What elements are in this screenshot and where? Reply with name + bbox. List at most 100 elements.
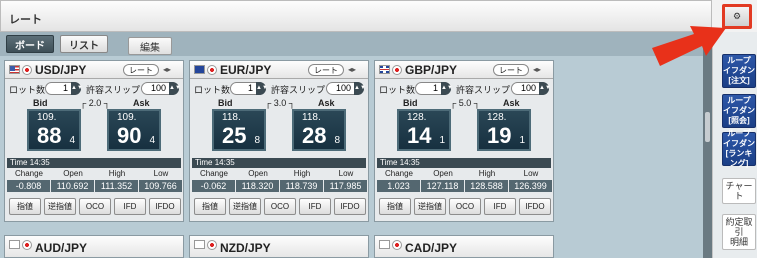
order-button-oco[interactable]: OCO: [264, 198, 296, 215]
slippage-label: 許容スリップ: [271, 85, 326, 95]
currency-flag-icon: [9, 65, 20, 74]
bid-price-big: 128.: [407, 112, 427, 123]
rate-button[interactable]: レート: [123, 64, 159, 76]
order-button-oco[interactable]: OCO: [449, 198, 481, 215]
rate-button[interactable]: レート: [493, 64, 529, 76]
loop-ifdone-ranking-button[interactable]: ループ イフダン [ランキング]: [722, 129, 756, 168]
slippage-label: 許容スリップ: [456, 85, 511, 95]
panel-header: NZD/JPY: [190, 236, 368, 257]
ask-price-button[interactable]: 109. 90 4: [107, 109, 161, 151]
lot-stepper[interactable]: ▲▼: [441, 82, 453, 95]
bid-label: Bid: [33, 98, 48, 108]
bid-price-pips: 14: [407, 123, 432, 148]
slippage-stepper[interactable]: ▲▼: [169, 82, 181, 95]
order-button-ifd[interactable]: IFD: [114, 198, 146, 215]
low-label: Low: [153, 169, 169, 178]
order-button-ifd[interactable]: IFD: [484, 198, 516, 215]
currency-pair: USD/JPY: [35, 63, 87, 77]
currency-flag-icon: [194, 240, 205, 249]
spread-value: ┌ 5.0 ┐: [449, 98, 481, 108]
bid-price-pips: 25: [222, 123, 247, 148]
low-label: Low: [338, 169, 354, 178]
ask-price-button[interactable]: 128. 19 1: [477, 109, 531, 151]
order-button-指値[interactable]: 指値: [194, 198, 226, 215]
spread-value: ┌ 3.0 ┐: [264, 98, 296, 108]
rate-panel: CAD/JPY: [374, 235, 554, 258]
currency-pair: EUR/JPY: [220, 63, 272, 77]
currency-pair: AUD/JPY: [35, 241, 88, 255]
time-bar: Time 14:35: [377, 158, 551, 168]
order-button-指値[interactable]: 指値: [379, 198, 411, 215]
tab-bar: ボード リスト 編集: [0, 32, 703, 56]
order-button-ifdo[interactable]: IFDO: [334, 198, 366, 215]
low-label: Low: [523, 169, 539, 178]
high-value: 128.588: [465, 180, 508, 192]
jpy-flag-icon: [207, 65, 217, 75]
open-value: 110.692: [51, 180, 94, 192]
ask-label: Ask: [318, 98, 335, 108]
order-button-逆指値[interactable]: 逆指値: [414, 198, 446, 215]
order-button-逆指値[interactable]: 逆指値: [44, 198, 76, 215]
change-value: -0.808: [7, 180, 50, 192]
bid-price-button[interactable]: 128. 14 1: [397, 109, 451, 151]
panel-header: CAD/JPY: [375, 236, 553, 257]
jpy-flag-icon: [22, 65, 32, 75]
bid-price-button[interactable]: 109. 88 4: [27, 109, 81, 151]
time-bar: Time 14:35: [7, 158, 181, 168]
grip-icon: [705, 112, 710, 142]
ask-price-big: 128.: [487, 112, 507, 123]
loop-ifdone-inquiry-button[interactable]: ループ イフダン [照会]: [722, 94, 756, 128]
ask-price-pips: 19: [487, 123, 512, 148]
change-value: -0.062: [192, 180, 235, 192]
slippage-stepper[interactable]: ▲▼: [354, 82, 366, 95]
ask-price-big: 118.: [302, 112, 321, 123]
order-button-ifd[interactable]: IFD: [299, 198, 331, 215]
ask-label: Ask: [503, 98, 520, 108]
expand-arrows-icon[interactable]: ◂▸: [348, 65, 356, 74]
slippage-stepper[interactable]: ▲▼: [539, 82, 551, 95]
change-label: Change: [384, 169, 414, 178]
rate-panel: AUD/JPY: [4, 235, 184, 258]
rate-button[interactable]: レート: [308, 64, 344, 76]
order-button-ifdo[interactable]: IFDO: [149, 198, 181, 215]
order-button-逆指値[interactable]: 逆指値: [229, 198, 261, 215]
expand-arrows-icon[interactable]: ◂▸: [163, 65, 171, 74]
change-label: Change: [199, 169, 229, 178]
ask-price-fraction: 8: [334, 135, 340, 146]
order-button-指値[interactable]: 指値: [9, 198, 41, 215]
currency-flag-icon: [194, 65, 205, 74]
edit-button[interactable]: 編集: [128, 37, 172, 55]
expand-arrows-icon[interactable]: ◂▸: [533, 65, 541, 74]
bid-price-button[interactable]: 118. 25 8: [212, 109, 266, 151]
currency-flag-icon: [9, 240, 20, 249]
lot-stepper[interactable]: ▲▼: [71, 82, 83, 95]
currency-pair: NZD/JPY: [220, 241, 271, 255]
settled-trades-button[interactable]: 約定取引 明細: [722, 214, 756, 250]
rate-panel: NZD/JPY: [189, 235, 369, 258]
ask-price-fraction: 4: [149, 135, 155, 146]
jpy-flag-icon: [392, 240, 402, 250]
bid-label: Bid: [403, 98, 418, 108]
time-label: Time 14:35: [195, 158, 235, 167]
open-value: 127.118: [421, 180, 464, 192]
bid-price-big: 109.: [37, 112, 57, 123]
bid-price-fraction: 8: [254, 135, 260, 146]
low-value: 109.766: [139, 180, 182, 192]
order-button-ifdo[interactable]: IFDO: [519, 198, 551, 215]
bid-price-fraction: 1: [439, 135, 445, 146]
rate-panel: EUR/JPY レート ◂▸ ロット数 1 ▲▼ 許容スリップ 100 ▲▼ Bid ┌ 3.0 ┐…: [189, 60, 369, 222]
tab-board[interactable]: ボード: [6, 35, 54, 53]
tab-list[interactable]: リスト: [60, 35, 108, 53]
ask-label: Ask: [133, 98, 150, 108]
lot-label: ロット数: [379, 85, 416, 95]
panel-header: EUR/JPY レート ◂▸: [190, 61, 368, 79]
jpy-flag-icon: [22, 240, 32, 250]
spread-value: ┌ 2.0 ┐: [79, 98, 111, 108]
bid-price-big: 118.: [222, 112, 241, 123]
order-button-oco[interactable]: OCO: [79, 198, 111, 215]
currency-pair: GBP/JPY: [405, 63, 458, 77]
ask-price-button[interactable]: 118. 28 8: [292, 109, 346, 151]
chart-button[interactable]: チャート: [722, 178, 756, 204]
lot-stepper[interactable]: ▲▼: [256, 82, 268, 95]
open-value: 118.320: [236, 180, 279, 192]
